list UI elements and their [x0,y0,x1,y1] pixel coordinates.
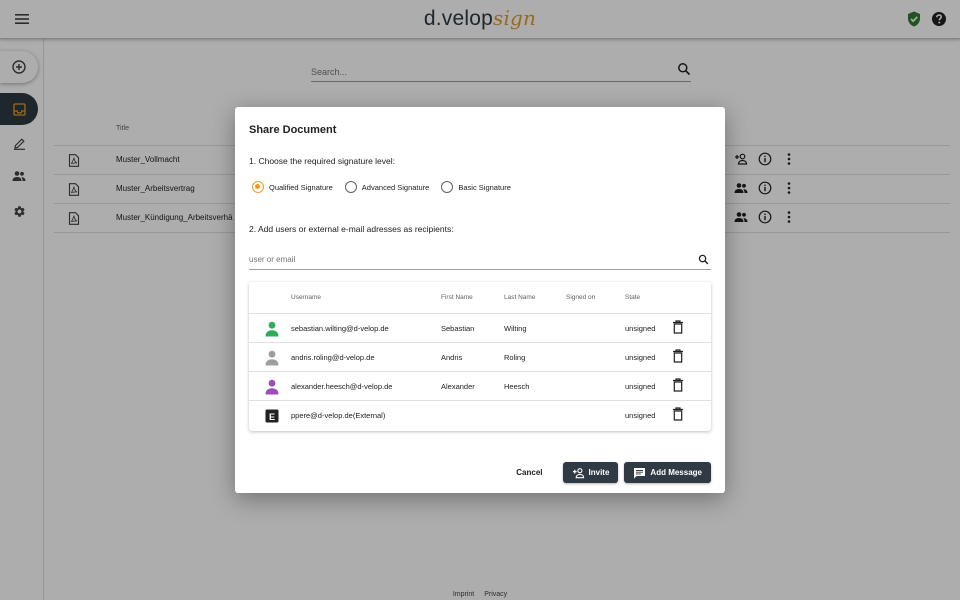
radio-circle[interactable] [441,181,454,193]
step2-label: 2. Add users or external e-mail adresses… [249,224,454,234]
recipients-table-header: Username First Name Last Name Signed on … [249,282,711,314]
external-badge-letter: E [269,412,275,422]
dialog-title: Share Document [249,124,337,136]
user-avatar-icon [265,379,279,395]
recipient-username: andris.roling@d-velop.de [291,353,375,362]
radio-circle[interactable] [252,181,264,193]
cancel-button[interactable]: Cancel [516,468,542,477]
recipient-state: unsigned [625,411,656,420]
invite-button[interactable]: Invite [562,462,619,483]
recipient-first-name: Andris [441,353,463,362]
recipient-last-name: Roling [504,353,526,362]
username-column-header[interactable]: Username [291,294,321,301]
recipient-username: alexander.heesch@d-velop.de [291,382,393,391]
radio-advanced-signature[interactable]: Advanced Signature [344,181,430,193]
table-row[interactable]: E ppere@d-velop.de(External) unsigned [249,401,711,430]
message-icon [634,467,646,478]
recipient-input[interactable] [249,255,689,264]
state-column-header[interactable]: State [625,294,640,301]
recipients-table: Username First Name Last Name Signed on … [249,282,711,431]
recipient-state: unsigned [625,324,656,333]
external-user-icon: E [265,409,279,423]
radio-qualified-signature[interactable]: Qualified Signature [252,181,333,193]
user-avatar-icon [265,350,279,366]
radio-label: Qualified Signature [269,182,333,192]
recipient-search [249,252,711,270]
recipient-last-name: Wilting [504,324,527,333]
trash-icon[interactable] [672,378,684,392]
first-name-column-header[interactable]: First Name [441,294,473,301]
signature-level-group: Qualified Signature Advanced Signature B… [252,181,523,193]
dialog-actions: Cancel Invite Add Message [516,462,711,483]
add-user-icon [572,467,584,478]
recipient-first-name: Sebastian [441,324,475,333]
recipient-username: ppere@d-velop.de(External) [291,411,386,420]
recipient-username: sebastian.wilting@d-velop.de [291,324,389,333]
share-document-dialog: Share Document 1. Choose the required si… [235,107,725,493]
add-message-button[interactable]: Add Message [624,462,711,483]
trash-icon[interactable] [672,320,684,334]
table-row[interactable]: sebastian.wilting@d-velop.de Sebastian W… [249,314,711,343]
user-avatar-icon [265,321,279,337]
recipient-first-name: Alexander [441,382,475,391]
trash-icon[interactable] [672,349,684,363]
table-row[interactable]: alexander.heesch@d-velop.de Alexander He… [249,372,711,401]
recipient-state: unsigned [625,382,656,391]
invite-button-label: Invite [588,468,610,477]
recipient-last-name: Heesch [504,382,530,391]
radio-basic-signature[interactable]: Basic Signature [441,181,511,193]
radio-label: Basic Signature [458,182,511,192]
add-message-button-label: Add Message [650,468,702,477]
recipient-state: unsigned [625,353,656,362]
trash-icon[interactable] [672,407,684,421]
signed-on-column-header[interactable]: Signed on [566,294,595,301]
radio-label: Advanced Signature [361,182,430,192]
search-icon[interactable] [698,254,709,265]
last-name-column-header[interactable]: Last Name [504,294,535,301]
table-row[interactable]: andris.roling@d-velop.de Andris Roling u… [249,343,711,372]
radio-circle[interactable] [344,181,357,193]
step1-label: 1. Choose the required signature level: [249,156,396,166]
